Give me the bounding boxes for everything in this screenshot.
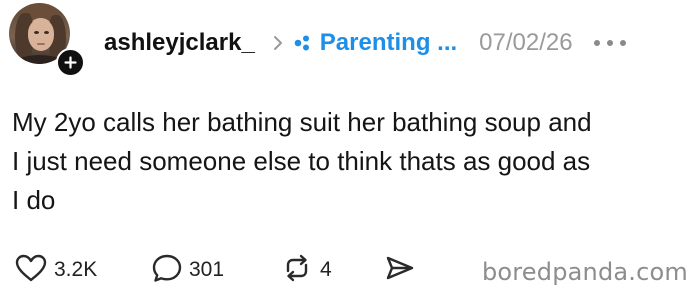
avatar-eye-right	[44, 31, 49, 34]
watermark: boredpanda.com	[481, 258, 688, 286]
avatar-eye-left	[34, 31, 39, 34]
comment-button[interactable]: 301	[151, 252, 224, 288]
community-link[interactable]: Parenting ...	[320, 29, 457, 57]
heart-icon	[14, 253, 48, 288]
repost-icon	[280, 253, 314, 288]
like-button[interactable]: 3.2K	[14, 252, 97, 288]
repost-count: 4	[320, 258, 332, 281]
post-text-line: I just need someone else to think thats …	[12, 146, 591, 176]
post-actions: 3.2K 301 4	[14, 252, 414, 288]
comment-bubble-icon	[151, 253, 183, 288]
follow-button[interactable]	[56, 48, 85, 77]
post-date: 07/02/26	[479, 29, 573, 56]
post-header: ashleyjclark_ Parenting ... 07/02/26	[104, 23, 690, 63]
comment-count: 301	[189, 258, 225, 281]
author-avatar-container[interactable]	[9, 3, 85, 77]
chevron-right-icon	[273, 35, 283, 51]
repost-button[interactable]: 4	[280, 252, 332, 288]
plus-icon	[64, 56, 77, 69]
post-text-line: My 2yo calls her bathing suit her bathin…	[12, 107, 592, 137]
author-username[interactable]: ashleyjclark_	[104, 29, 255, 57]
more-options-icon[interactable]	[593, 39, 627, 47]
avatar-face	[28, 19, 54, 51]
community-dots-icon	[293, 34, 311, 52]
post-text-line: I do	[12, 185, 56, 215]
share-button[interactable]	[384, 252, 416, 288]
like-count: 3.2K	[54, 258, 98, 281]
post-body: My 2yo calls her bathing suit her bathin…	[12, 103, 682, 220]
avatar-mouth	[37, 43, 45, 45]
send-icon	[384, 254, 416, 287]
